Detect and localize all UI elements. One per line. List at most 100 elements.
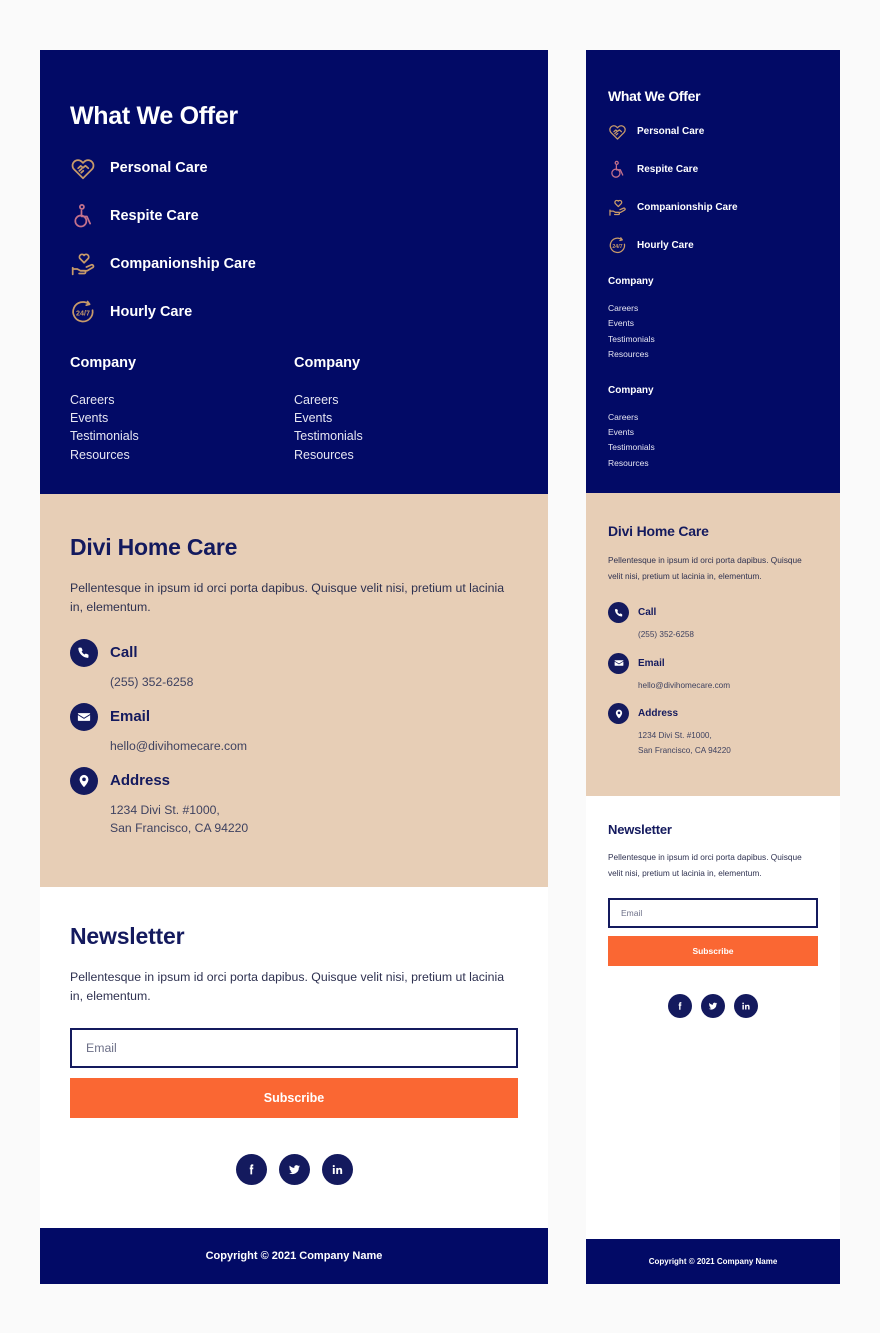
newsletter-title-mobile: Newsletter [608,822,672,838]
contact-icon-badge [70,638,98,667]
service-label: Hourly Care [110,304,193,320]
twitter-icon [288,1164,300,1174]
contact-item-head: Call [608,602,818,624]
contact-item-label: Call [110,644,138,662]
linkedin-icon [742,1002,750,1010]
company-link[interactable]: Events [294,409,518,427]
contact-icon-badge [608,602,629,624]
company-link[interactable]: Testimonials [70,427,294,445]
envelope-icon [77,712,91,721]
offers-section: What We Offer Personal Care Respite Care C… [40,50,548,494]
contact-items: Call (255) 352-6258 Email hello@divihomecar… [70,638,518,837]
service-label: Respite Care [110,208,199,224]
newsletter-description: Pellentesque in ipsum id orci porta dapi… [70,969,505,1003]
contact-item-value[interactable]: 1234 Divi St. #1000, San Francisco, CA 94… [110,801,518,837]
newsletter-email-input-mobile[interactable] [608,898,818,929]
contact-item-value[interactable]: hello@divihomecare.com [638,679,818,694]
facebook-icon [678,1002,682,1010]
contact-item-value[interactable]: 1234 Divi St. #1000, San Francisco, CA 94… [638,729,818,758]
service-item[interactable]: Companionship Care [608,196,818,218]
newsletter-email-input[interactable] [70,1027,518,1068]
envelope-icon [614,660,623,666]
service-item[interactable]: Personal Care [608,120,818,142]
company-link[interactable]: Careers [70,391,294,409]
contact-description: Pellentesque in ipsum id orci porta dapi… [70,580,505,614]
services-list: Personal Care Respite Care Companionship C… [70,153,518,327]
contact-title: Divi Home Care [70,533,238,560]
contact-item-label: Call [638,607,657,619]
mobile-footer-preview: What We Offer Personal Care Respite Care C… [586,50,840,1284]
contact-item-label: Address [638,708,679,720]
newsletter-description-mobile: Pellentesque in ipsum id orci porta dapi… [608,852,802,878]
contact-item-label: Address [110,772,171,790]
svg-text:24/7: 24/7 [612,243,622,249]
contact-item-head: Call [70,638,518,667]
service-item[interactable]: Respite Care [608,158,818,180]
subscribe-button[interactable]: Subscribe [70,1077,518,1118]
social-links-mobile [608,994,818,1019]
company-columns-mobile: Company Careers Events Testimonials Resource… [608,276,818,471]
service-label: Companionship Care [637,201,738,213]
company-column-title: Company [608,276,654,287]
contact-section: Divi Home Care Pellentesque in ipsum id … [40,493,548,887]
contact-section-mobile: Divi Home Care Pellentesque in ipsum id … [586,493,840,797]
social-facebook-button[interactable] [235,1153,267,1185]
company-link[interactable]: Careers [608,301,818,316]
company-link[interactable]: Testimonials [608,440,818,455]
contact-item-value[interactable]: (255) 352-6258 [638,628,818,643]
phone-icon [614,608,622,617]
heart-handshake-icon [71,159,95,180]
contact-item-value[interactable]: (255) 352-6258 [110,673,518,691]
service-item[interactable]: Companionship Care [70,249,518,279]
social-twitter-button[interactable] [701,994,725,1019]
company-link[interactable]: Testimonials [294,427,518,445]
social-linkedin-button[interactable] [734,994,758,1019]
contact-icon-badge [70,702,98,731]
social-facebook-button[interactable] [668,994,692,1019]
svg-text:24/7: 24/7 [76,309,90,317]
service-item[interactable]: Personal Care [70,153,518,183]
contact-item: Call (255) 352-6258 [70,638,518,691]
wheelchair-icon [611,160,624,178]
offers-title: What We Offer [70,102,238,130]
company-link[interactable]: Careers [294,391,518,409]
company-column-title: Company [294,355,361,371]
service-item[interactable]: 24/7 Hourly Care [608,234,818,256]
company-link[interactable]: Resources [608,347,818,362]
twenty-four-seven-icon: 24/7 [72,300,94,323]
company-columns: Company Careers Events Testimonials Resource… [70,355,518,464]
social-linkedin-button[interactable] [321,1153,353,1185]
contact-description-mobile: Pellentesque in ipsum id orci porta dapi… [608,555,802,581]
company-column-title: Company [608,384,654,396]
company-link[interactable]: Resources [70,446,294,464]
company-column: Company Careers Events Testimonials Resource… [608,276,818,363]
company-column-title: Company [70,355,137,371]
company-column: Company Careers Events Testimonials Resource… [294,355,518,464]
company-link[interactable]: Resources [608,456,818,471]
company-link[interactable]: Events [70,409,294,427]
social-twitter-button[interactable] [278,1153,310,1185]
contact-icon-badge [608,703,629,725]
company-link[interactable]: Testimonials [608,332,818,347]
copyright-bar-mobile: Copyright © 2021 Company Name [586,1239,840,1284]
contact-item-head: Address [70,766,518,795]
heart-handshake-icon [609,124,626,140]
company-link[interactable]: Events [608,316,818,331]
contact-item-value[interactable]: hello@divihomecare.com [110,737,518,755]
company-link[interactable]: Events [608,425,818,440]
desktop-footer-preview: What We Offer Personal Care Respite Care C… [40,50,548,1284]
phone-icon [78,647,89,658]
linkedin-icon [332,1164,342,1174]
twenty-four-seven-icon: 24/7 [609,236,626,253]
company-column: Company Careers Events Testimonials Resource… [70,355,294,464]
contact-item: Address 1234 Divi St. #1000, San Francisco… [608,703,818,758]
contact-item: Call (255) 352-6258 [608,602,818,643]
service-item[interactable]: Respite Care [70,201,518,231]
services-list-mobile: Personal Care Respite Care Companionship C… [608,120,818,256]
company-link[interactable]: Resources [294,446,518,464]
company-link[interactable]: Careers [608,410,818,425]
social-links [70,1153,518,1185]
service-item[interactable]: 24/7 Hourly Care [70,297,518,327]
subscribe-button-mobile[interactable]: Subscribe [608,936,818,967]
twitter-icon [708,1002,718,1010]
